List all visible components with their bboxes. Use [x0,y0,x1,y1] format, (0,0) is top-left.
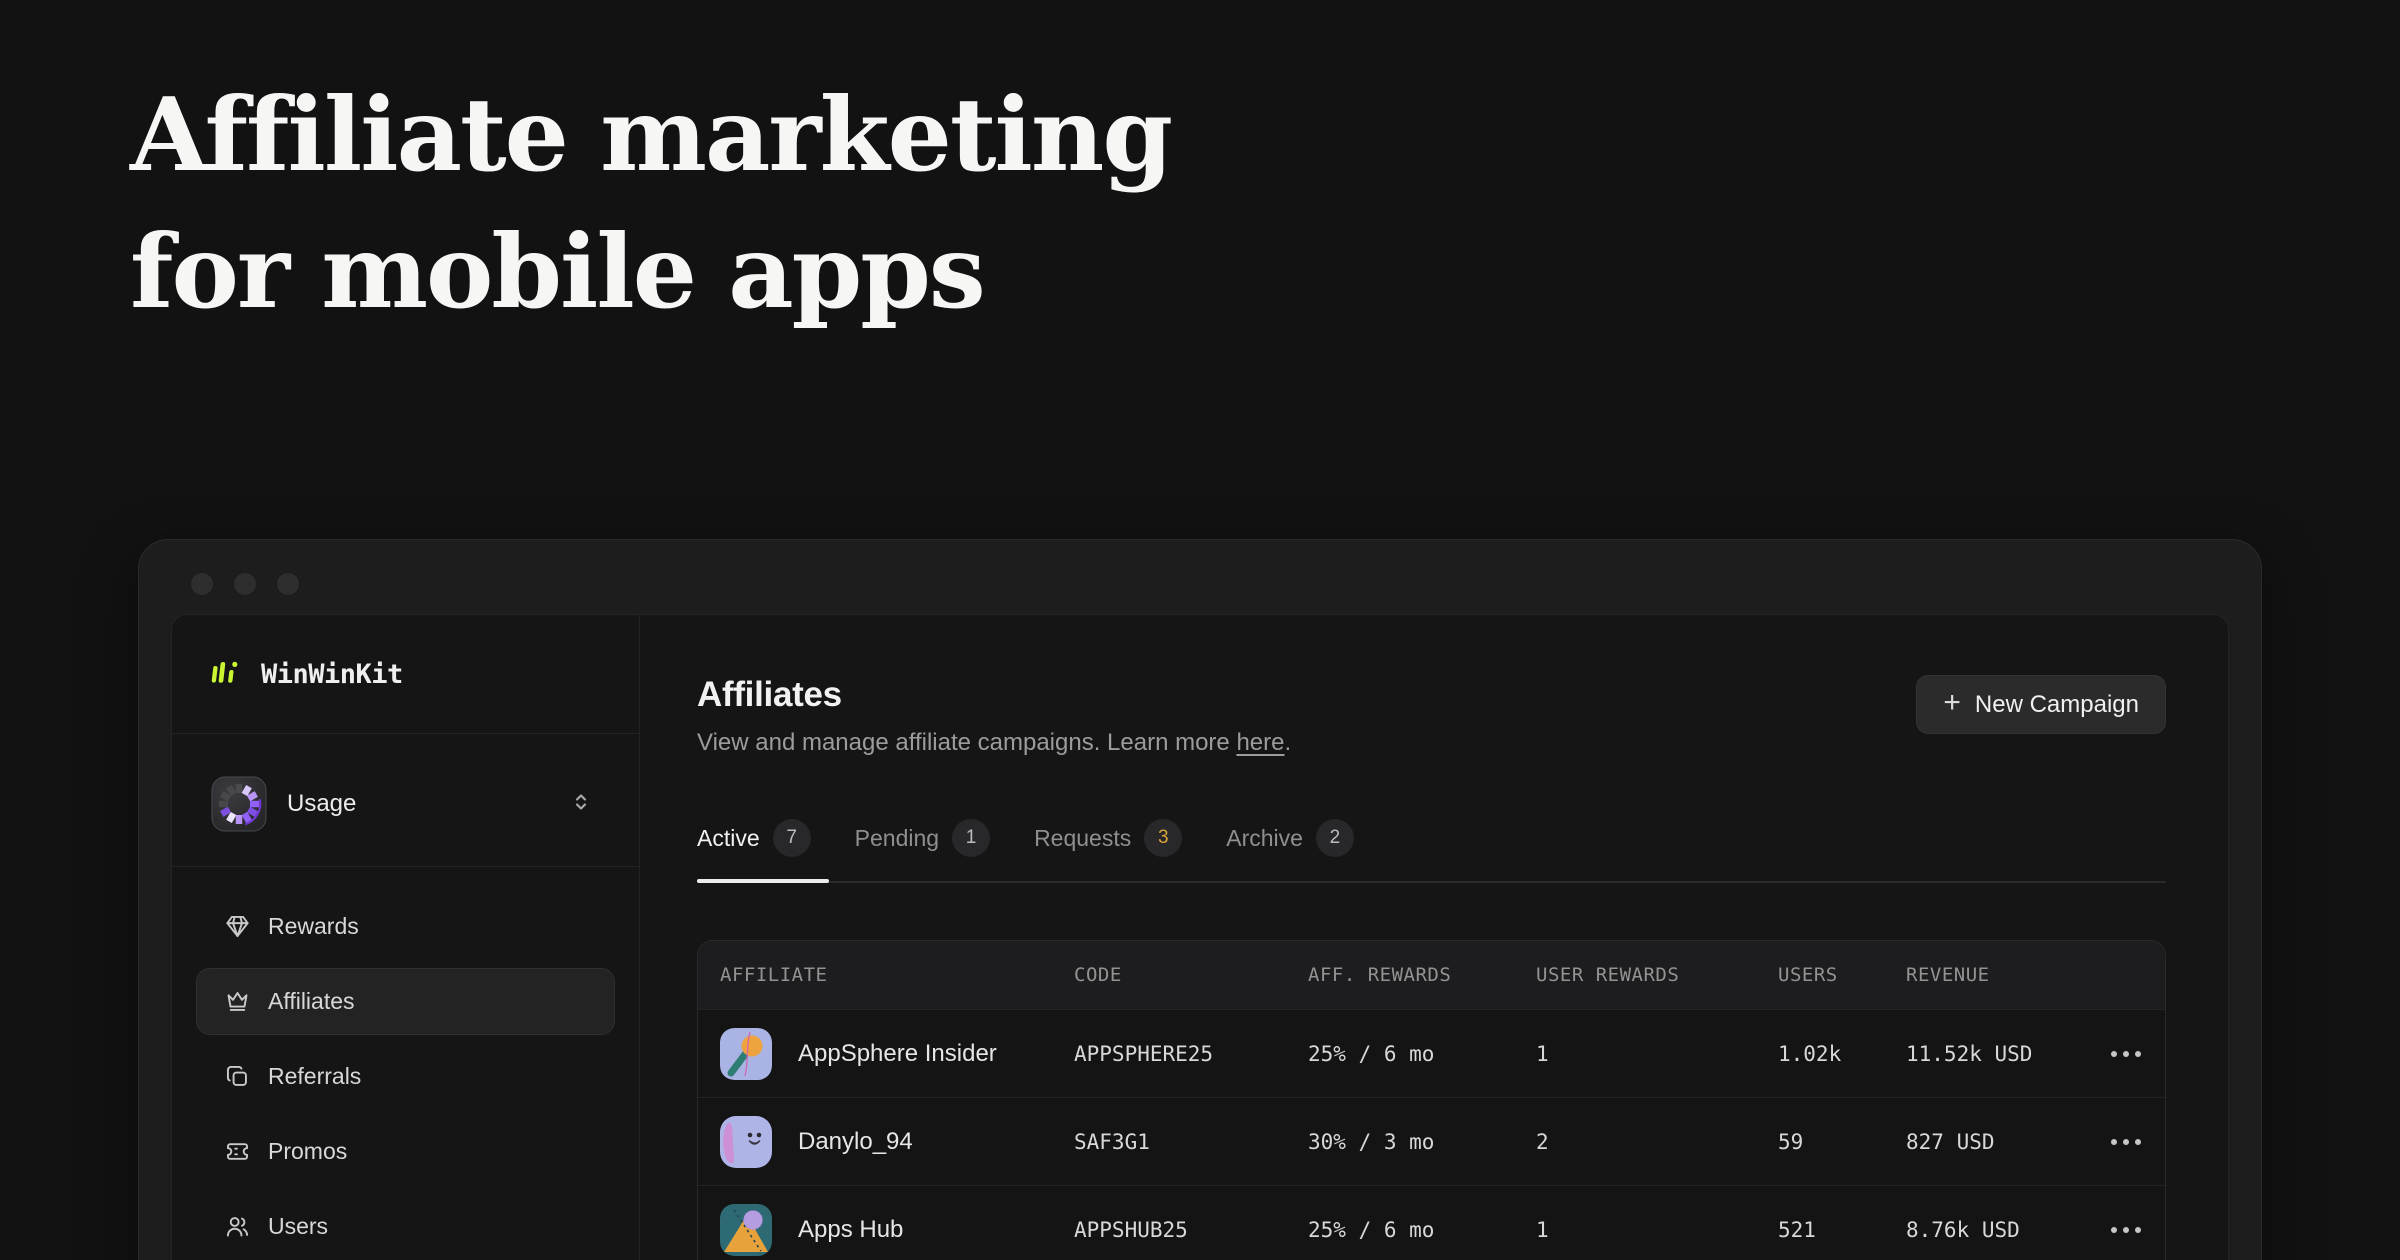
affiliate-name: Apps Hub [798,1216,903,1244]
page-title: Affiliates [697,675,1291,715]
user-rewards-cell: 1 [1536,1218,1778,1242]
tab-count-badge: 2 [1316,819,1354,857]
user-rewards-cell: 1 [1536,1042,1778,1066]
aff-rewards-cell: 25% / 6 mo [1308,1218,1536,1242]
new-campaign-button[interactable]: + New Campaign [1916,675,2166,734]
sidebar-item-rewards[interactable]: Rewards [196,893,615,960]
sidebar-item-label: Promos [268,1138,347,1165]
table-row: AppSphere InsiderAPPSPHERE2525% / 6 mo11… [698,1009,2165,1097]
workspace-label: Usage [287,790,549,818]
affiliate-code: APPSHUB25 [1074,1218,1308,1242]
sidebar-item-label: Affiliates [268,988,355,1015]
headline-line-1: Affiliate marketing [130,75,1171,194]
column-header: CODE [1074,964,1308,986]
winwinkit-logo-icon [209,654,245,695]
headline-line-2: for mobile apps [130,212,984,331]
tab-label: Archive [1226,825,1303,852]
revenue-cell: 827 USD [1906,1130,2081,1154]
affiliate-avatar [720,1204,772,1256]
table-row: Danylo_94 SAF3G130% / 3 mo259827 USD [698,1097,2165,1185]
workspace-selector[interactable]: Usage [196,760,615,848]
tab-count-badge: 3 [1144,819,1182,857]
copy-icon [223,1063,251,1091]
sidebar-item-label: Users [268,1213,328,1240]
users-icon [223,1213,251,1241]
traffic-light-icon[interactable] [234,573,256,595]
affiliate-name: AppSphere Insider [798,1040,997,1068]
row-menu-button[interactable] [2081,1217,2145,1243]
aff-rewards-cell: 30% / 3 mo [1308,1130,1536,1154]
revenue-cell: 8.76k USD [1906,1218,2081,1242]
page-subtitle: View and manage affiliate campaigns. Lea… [697,729,1291,757]
sidebar-divider [172,866,639,867]
row-menu-button[interactable] [2081,1041,2145,1067]
tab-requests[interactable]: Requests 3 [1008,819,1200,881]
affiliate-code: SAF3G1 [1074,1130,1308,1154]
column-header: AFF. REWARDS [1308,964,1536,986]
affiliate-avatar [720,1028,772,1080]
aff-rewards-cell: 25% / 6 mo [1308,1042,1536,1066]
column-header: REVENUE [1906,964,2081,986]
ticket-icon [223,1138,251,1166]
tab-label: Active [697,825,760,852]
tab-label: Pending [855,825,939,852]
plus-icon: + [1943,688,1961,718]
tab-active[interactable]: Active 7 [697,819,829,881]
affiliate-avatar [720,1116,772,1168]
chevron-up-down-icon [569,790,593,819]
brand-logo: WinWinKit [172,615,639,734]
affiliate-name: Danylo_94 [798,1128,913,1156]
sidebar-item-promos[interactable]: Promos [196,1118,615,1185]
tab-count-badge: 1 [952,819,990,857]
tab-bar: Active 7 Pending 1 Requests 3 Archive 2 [697,819,2166,883]
main-content: Affiliates View and manage affiliate cam… [640,615,2228,1260]
table-header-row: AFFILIATECODEAFF. REWARDSUSER REWARDSUSE… [698,941,2165,1009]
hero-headline: Affiliate marketing for mobile apps [130,66,1171,341]
gem-icon [223,913,251,941]
brand-name: WinWinKit [261,659,403,690]
row-menu-button[interactable] [2081,1129,2145,1155]
window-controls [191,573,299,595]
sidebar: WinWinKit [172,615,640,1260]
sidebar-item-label: Referrals [268,1063,361,1090]
affiliates-table: AFFILIATECODEAFF. REWARDSUSER REWARDSUSE… [697,940,2166,1260]
tab-label: Requests [1034,825,1131,852]
affiliate-code: APPSPHERE25 [1074,1042,1308,1066]
app-panel: WinWinKit [171,614,2229,1260]
sidebar-item-affiliates[interactable]: Affiliates [196,968,615,1035]
app-window: WinWinKit [138,539,2262,1260]
sidebar-nav: Rewards Affiliates Referrals Promos Users [196,893,615,1260]
sidebar-item-referrals[interactable]: Referrals [196,1043,615,1110]
learn-more-link[interactable]: here [1236,729,1284,756]
traffic-light-icon[interactable] [191,573,213,595]
column-header: USERS [1778,964,1906,986]
column-header: USER REWARDS [1536,964,1778,986]
crown-icon [223,988,251,1016]
table-row: Apps Hub APPSHUB2525% / 6 mo15218.76k USD [698,1185,2165,1260]
users-cell: 521 [1778,1218,1906,1242]
tab-count-badge: 7 [773,819,811,857]
tab-pending[interactable]: Pending 1 [829,819,1008,881]
usage-app-icon [211,776,267,832]
user-rewards-cell: 2 [1536,1130,1778,1154]
column-header: AFFILIATE [720,964,1074,986]
users-cell: 1.02k [1778,1042,1906,1066]
revenue-cell: 11.52k USD [1906,1042,2081,1066]
users-cell: 59 [1778,1130,1906,1154]
sidebar-item-users[interactable]: Users [196,1193,615,1260]
traffic-light-icon[interactable] [277,573,299,595]
sidebar-item-label: Rewards [268,913,359,940]
tab-archive[interactable]: Archive 2 [1200,819,1372,881]
